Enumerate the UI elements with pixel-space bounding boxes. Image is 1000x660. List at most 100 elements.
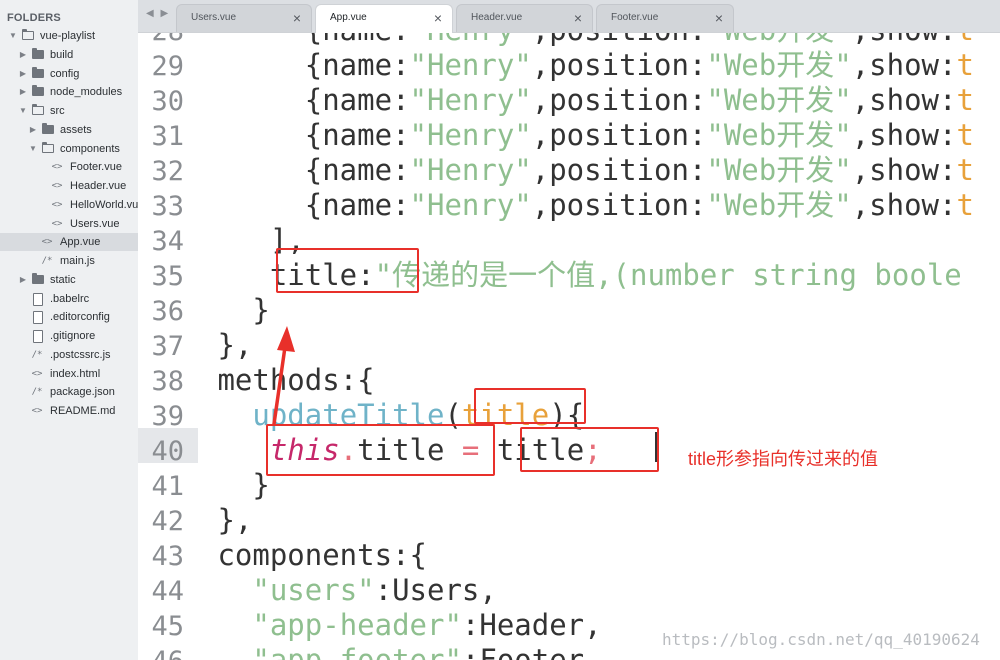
code-token: t <box>956 83 974 117</box>
sidebar-item-babelrc[interactable]: .babelrc <box>0 290 138 308</box>
sidebar-item-users-vue[interactable]: <> Users.vue <box>0 215 138 233</box>
tab-bar: ◀ ▶ Users.vue × App.vue × Header.vue × Footer.… <box>138 0 1000 33</box>
sidebar-item-gitignore[interactable]: .gitignore <box>0 327 138 345</box>
disclosure-open-icon[interactable]: ▼ <box>18 102 28 120</box>
code-line: 31 {name:"Henry",position:"Web开发",show:t <box>138 118 1000 153</box>
disclosure-closed-icon[interactable]: ▶ <box>18 83 28 101</box>
code-line: 32 {name:"Henry",position:"Web开发",show:t <box>138 153 1000 188</box>
code-token: components <box>217 538 393 572</box>
disclosure-closed-icon[interactable]: ▶ <box>18 271 28 289</box>
code-token: ,show <box>851 48 939 82</box>
sidebar-item-main-js[interactable]: /* main.js <box>0 252 138 270</box>
code-line: 28 {name:"Henry",position:"Web开发",show:t <box>138 33 1000 48</box>
code-line: 43 components:{ <box>138 538 1000 573</box>
sidebar-item-node-modules[interactable]: ▶ node_modules <box>0 83 138 101</box>
sidebar-item-config[interactable]: ▶ config <box>0 65 138 83</box>
line-number: 45 <box>151 611 184 642</box>
sidebar-item-src[interactable]: ▼ src <box>0 102 138 120</box>
tab-label: Users.vue <box>191 12 237 23</box>
sidebar-item-label: Footer.vue <box>70 161 122 174</box>
code-token: "Henry" <box>409 188 532 222</box>
line-number: 44 <box>151 576 184 607</box>
code-token: ,position <box>531 48 689 82</box>
close-icon[interactable]: × <box>715 10 723 26</box>
close-icon[interactable]: × <box>293 10 301 26</box>
code-token: : <box>939 83 957 117</box>
folder-icon <box>22 29 34 40</box>
sidebar-item-app-vue[interactable]: <> App.vue <box>0 233 138 252</box>
close-icon[interactable]: × <box>574 10 582 26</box>
sidebar-item-label: assets <box>60 123 92 136</box>
sidebar-item-assets[interactable]: ▶ assets <box>0 121 138 139</box>
folder-icon <box>32 272 44 284</box>
code-file-icon: <> <box>31 368 43 379</box>
sidebar-item-index-html[interactable]: <> index.html <box>0 365 138 383</box>
code-token: ,position <box>531 153 689 187</box>
code-line: 29 {name:"Henry",position:"Web开发",show:t <box>138 48 1000 83</box>
code-text: "app-footer":Footer <box>200 643 584 660</box>
folder-icon <box>42 141 54 153</box>
sidebar-item-package-json[interactable]: /* package.json <box>0 383 138 401</box>
folder-icon <box>32 104 44 115</box>
code-text: {name:"Henry",position:"Web开发",show:t <box>200 188 974 223</box>
disclosure-closed-icon[interactable]: ▶ <box>28 121 38 139</box>
code-file-icon: <> <box>51 199 63 210</box>
code-file-icon: <> <box>51 181 63 191</box>
sidebar-item-build[interactable]: ▶ build <box>0 46 138 64</box>
line-number: 43 <box>151 541 184 572</box>
tab-label: App.vue <box>330 12 367 23</box>
code-token: : <box>688 153 707 187</box>
script-file-icon: /* <box>41 256 53 266</box>
file-icon <box>33 330 43 343</box>
sidebar-item-readme-md[interactable]: <> README.md <box>0 402 138 420</box>
sidebar-item-components[interactable]: ▼ components <box>0 140 138 158</box>
sidebar-item-helloworld-vue[interactable]: <> HelloWorld.vue <box>0 196 138 214</box>
tab-footer-vue[interactable]: Footer.vue × <box>596 4 734 32</box>
code-text: components:{ <box>200 538 427 573</box>
line-number: 36 <box>151 296 184 327</box>
code-text: }, <box>200 328 252 363</box>
sidebar-item-static[interactable]: ▶ static <box>0 271 138 289</box>
tab-header-vue[interactable]: Header.vue × <box>456 4 593 32</box>
sidebar-item-footer-vue[interactable]: <> Footer.vue <box>0 158 138 176</box>
code-text: "app-header":Header, <box>200 608 602 643</box>
line-number: 35 <box>151 261 184 292</box>
code-line: 42 }, <box>138 503 1000 538</box>
sidebar-item-label: node_modules <box>50 86 123 99</box>
code-token: : <box>939 33 956 47</box>
file-icon <box>33 292 43 306</box>
code-token: "Henry" <box>409 48 532 82</box>
sidebar-item-editorconfig[interactable]: .editorconfig <box>0 308 138 326</box>
disclosure-open-icon[interactable]: ▼ <box>8 27 18 45</box>
line-number: 38 <box>151 366 184 397</box>
code-token: : <box>392 118 410 152</box>
sidebar-item-vue-playlist[interactable]: ▼ vue-playlist <box>0 27 138 45</box>
disclosure-closed-icon[interactable]: ▶ <box>18 46 28 64</box>
sidebar-item-label: .babelrc <box>50 292 90 305</box>
highlight-box-this-title <box>266 424 495 476</box>
sidebar-item-label: src <box>50 105 65 117</box>
close-icon[interactable]: × <box>434 10 442 26</box>
disclosure-closed-icon[interactable]: ▶ <box>18 65 28 83</box>
code-token: :Header, <box>461 608 602 642</box>
tab-users-vue[interactable]: Users.vue × <box>176 4 312 32</box>
code-token: : <box>688 118 707 152</box>
code-token: ,show <box>852 33 939 47</box>
red-arrow-icon <box>272 326 295 426</box>
code-token: : <box>939 188 957 222</box>
sidebar-item-postcssrc-js[interactable]: /* .postcssrc.js <box>0 346 138 364</box>
code-token: {name <box>304 188 393 222</box>
tab-nav-arrows-icon[interactable]: ◀ ▶ <box>146 8 170 19</box>
sidebar-item-header-vue[interactable]: <> Header.vue <box>0 177 138 195</box>
disclosure-open-icon[interactable]: ▼ <box>28 140 38 158</box>
code-token: : <box>688 83 707 117</box>
tab-app-vue[interactable]: App.vue × <box>315 4 453 33</box>
